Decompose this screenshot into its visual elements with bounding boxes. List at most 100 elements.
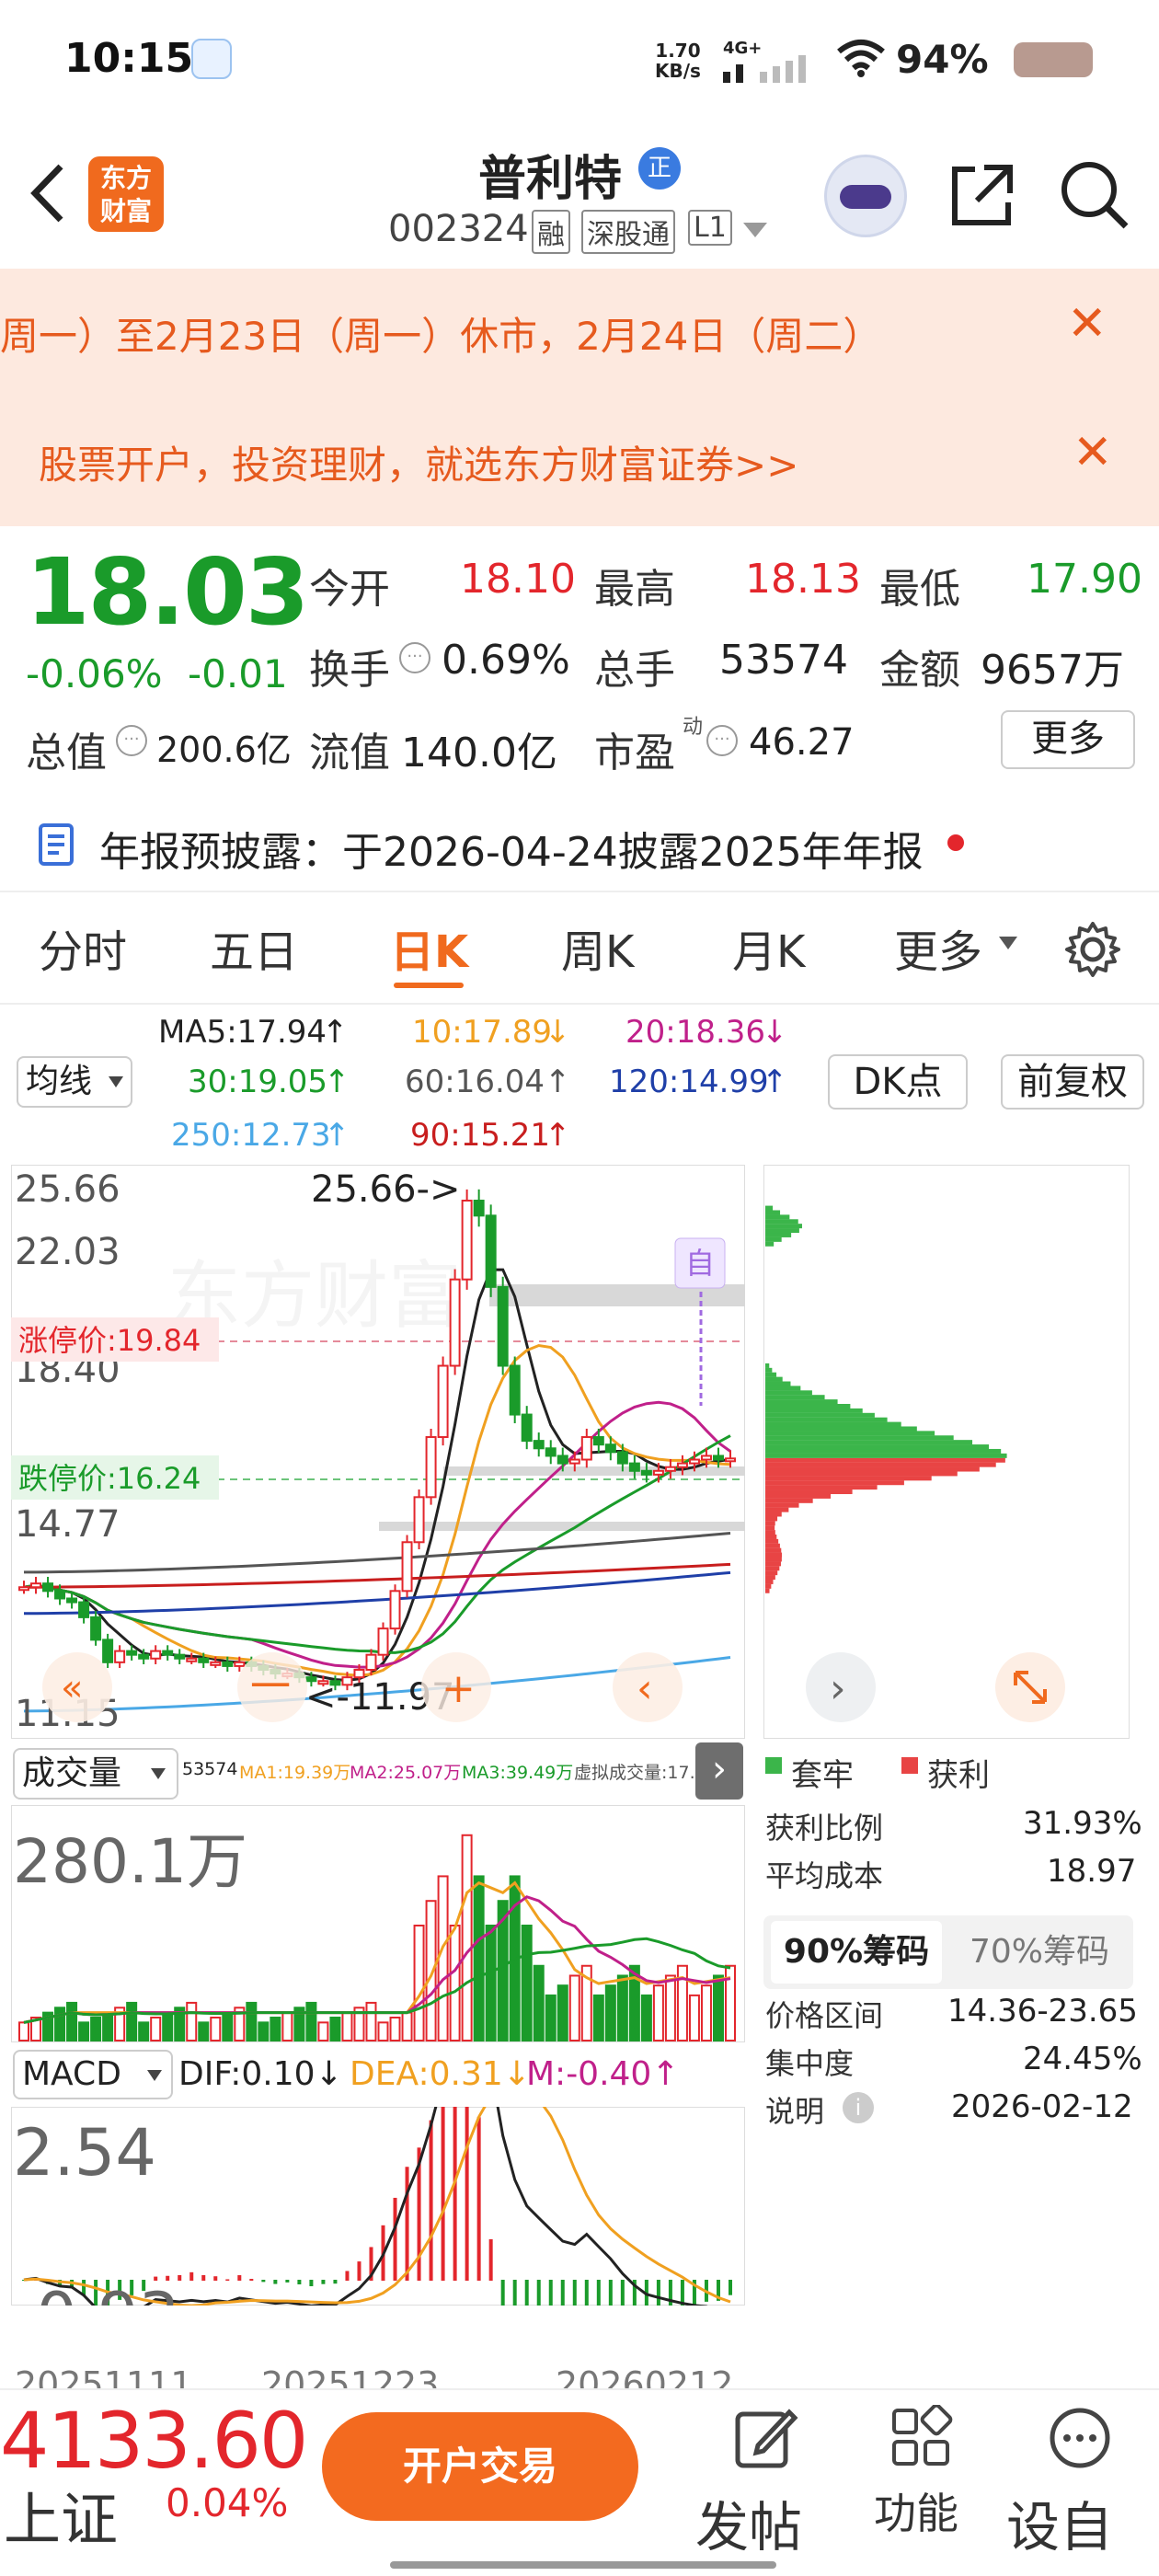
chip-bar [765, 1224, 802, 1229]
candle-body [700, 1455, 712, 1461]
ma30-arrow: ↑ [324, 1064, 350, 1100]
candle-body [521, 1413, 533, 1443]
chip-bar [765, 1480, 904, 1486]
macd-bar [273, 2280, 278, 2284]
kline-chart[interactable]: 东方财富 自 25.66 22.03 18.40 14.77 11.15 涨停价… [11, 1165, 745, 1739]
candle-body [198, 1657, 210, 1663]
home-indicator[interactable] [390, 2561, 776, 2569]
info-icon[interactable]: ··· [116, 725, 147, 756]
edit-post-icon[interactable] [732, 2405, 798, 2471]
macd-bar [548, 2280, 553, 2306]
profit-legend: 获利 [927, 1757, 990, 1794]
vol-current: 53574 [182, 1759, 238, 1779]
volume-bar [688, 1994, 700, 2041]
macd-bar [249, 2279, 254, 2281]
function-label[interactable]: 功能 [874, 2480, 958, 2541]
tab-daily-k[interactable]: 日K [390, 915, 468, 980]
macd-chart[interactable]: 2.54 -0.93 [11, 2107, 745, 2306]
macd-bar [620, 2280, 625, 2306]
candle-body [437, 1364, 449, 1439]
chip-bar [765, 1502, 799, 1508]
volume-bar [592, 1994, 604, 2041]
function-grid-icon[interactable] [889, 2405, 953, 2469]
chip-bar [765, 1521, 775, 1526]
chip-bar [765, 1363, 770, 1368]
macd-bar [524, 2280, 529, 2306]
ma10-label: 10:17.89 [412, 1014, 553, 1051]
open-account-trade-button[interactable]: 开户交易 [322, 2412, 638, 2521]
candle-body [568, 1458, 580, 1465]
settings-label[interactable]: 设自 [1006, 2484, 1113, 2561]
candle-body [580, 1436, 592, 1461]
pe-label: 市盈 [594, 730, 675, 776]
chip-bar [765, 1408, 863, 1413]
vol-ma1: MA1:19.39万 [239, 1763, 351, 1783]
price-range-value: 14.36-23.65 [947, 1993, 1138, 2030]
chip-bar [765, 1210, 781, 1215]
close-icon[interactable]: ✕ [1067, 296, 1107, 351]
macd-top-label: 2.54 [13, 2115, 156, 2191]
volume-bar [712, 1974, 724, 2041]
tab-70-chips[interactable]: 70%筹码 [953, 1921, 1126, 1984]
holiday-banner[interactable]: 周一）至2月23日（周一）休市，2月24日（周二） ✕ [0, 269, 1159, 397]
tab-timeshare[interactable]: 分时 [39, 915, 127, 980]
candle-body [676, 1462, 688, 1468]
info-icon[interactable]: i [843, 2092, 874, 2123]
more-dots-icon[interactable] [1047, 2405, 1113, 2471]
y-tick: 25.66 [15, 1168, 120, 1211]
tab-fiveday[interactable]: 五日 [210, 915, 298, 980]
chip-bar [765, 1471, 958, 1477]
tab-weekly-k[interactable]: 周K [561, 915, 634, 980]
chip-bar [765, 1241, 775, 1247]
annual-report-notice[interactable]: 年报预披露：于2026-04-24披露2025年年报 [99, 819, 924, 878]
tag-dropdown-icon[interactable] [743, 223, 767, 239]
info-icon[interactable]: ··· [399, 642, 430, 673]
search-icon[interactable] [1058, 158, 1131, 232]
macd-bar [656, 2280, 660, 2306]
app-notification-icon [191, 39, 232, 79]
chip-bar [765, 1579, 774, 1584]
more-button[interactable]: 更多 [1001, 710, 1135, 769]
tab-90-chips[interactable]: 90%筹码 [771, 1921, 942, 1984]
macd-bar [261, 2280, 266, 2283]
chip-bar [765, 1372, 777, 1377]
share-icon[interactable] [947, 160, 1017, 230]
volume-bar [18, 2021, 29, 2042]
limit-down-tag: 跌停价:16.24 [18, 1461, 201, 1496]
stock-name: 普利特 [478, 152, 623, 207]
ai-assistant-icon[interactable] [824, 155, 907, 237]
back-arrow-icon[interactable] [28, 161, 68, 225]
chevron-right-icon[interactable]: › [695, 1742, 743, 1800]
macd-bar [729, 2280, 732, 2295]
volume-bar [700, 1984, 712, 2042]
tab-more[interactable]: 更多 [894, 915, 982, 980]
chip-bar [765, 1412, 875, 1418]
status-time: 10:15 [64, 35, 194, 82]
account-banner[interactable]: 股票开户，投资理财，就选东方财富证券>> ✕ [0, 397, 1159, 526]
close-icon[interactable]: ✕ [1073, 425, 1113, 480]
price-range-label: 价格区间 [765, 1998, 884, 2033]
chip-bar [765, 1444, 989, 1450]
stock-code: 002324 [388, 208, 529, 250]
gear-icon[interactable] [1063, 920, 1122, 979]
volume-bar [305, 2001, 317, 2042]
eastmoney-logo[interactable]: 东方 财富 [88, 156, 164, 232]
macd-bar [285, 2280, 290, 2283]
chip-distribution-chart[interactable]: › [763, 1165, 1130, 1739]
tab-monthly-k[interactable]: 月K [732, 915, 805, 980]
fq-button[interactable]: 前复权 [1001, 1054, 1144, 1110]
macd-bar [560, 2280, 565, 2306]
post-label[interactable]: 发帖 [695, 2484, 802, 2561]
candle-body [712, 1455, 724, 1461]
avg-cost-value: 18.97 [1047, 1853, 1137, 1890]
volume-bar [377, 2021, 389, 2042]
info-icon[interactable]: ··· [706, 725, 738, 756]
volume-bar [413, 1925, 425, 2041]
volume-bar [568, 1974, 580, 2041]
dk-point-button[interactable]: DK点 [828, 1054, 968, 1110]
volume-chart[interactable]: 280.1万 [11, 1805, 745, 2042]
amount-value: 9657万 [981, 647, 1124, 694]
chevron-left-icon: ‹ [637, 1665, 653, 1712]
index-name[interactable]: 上证 [4, 2473, 118, 2556]
chip-bar [765, 1386, 801, 1391]
